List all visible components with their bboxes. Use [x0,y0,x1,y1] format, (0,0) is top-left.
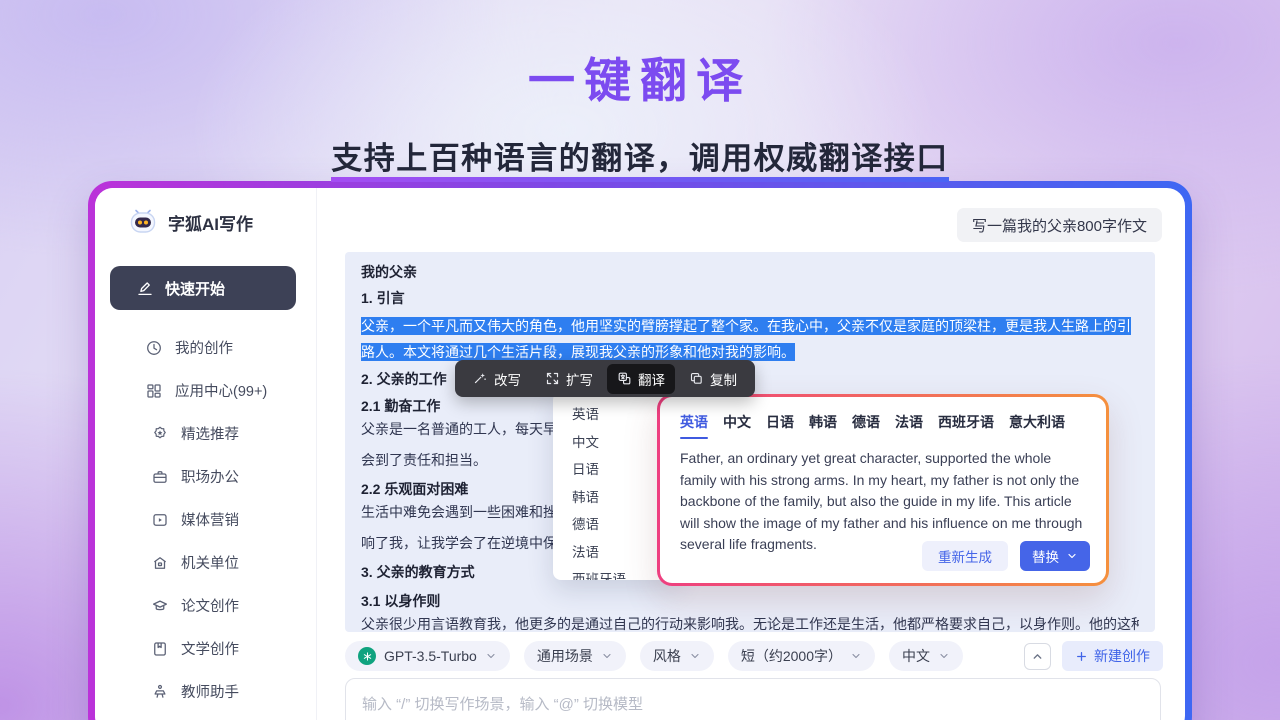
building-icon [151,554,169,572]
expand-icon [545,371,560,386]
clock-icon [145,339,163,357]
briefcase-icon [151,468,169,486]
new-creation-button[interactable]: 新建创作 [1062,641,1163,671]
teacher-icon [151,683,169,701]
toolbar-button[interactable]: 复制 [679,364,747,394]
sidebar-item[interactable]: 精选推荐 [95,412,316,455]
book-icon [151,640,169,658]
sidebar-item-label: 精选推荐 [181,423,239,444]
sidebar-item-quick-start[interactable]: 快速开始 [110,266,296,310]
sidebar-item-label: 教师助手 [181,681,239,702]
brand: 字狐AI写作 [127,208,253,236]
chevron-down-icon [601,650,613,662]
translation-result-text: Father, an ordinary yet great character,… [680,448,1088,556]
plus-icon [1075,650,1088,663]
toolbar-button-label: 扩写 [566,369,593,389]
toolbar-button[interactable]: 翻译 [607,364,675,394]
toolbar-button-label: 复制 [710,369,737,389]
translation-language-tabs: 英语 中文 日语 韩语 德语 法语 西班牙语 意大利语 [680,412,1088,439]
media-icon [151,511,169,529]
translate-icon [617,371,632,386]
sidebar-item[interactable]: 论文创作 [95,584,316,627]
copy-icon [689,371,704,386]
mascot-logo-icon [127,208,159,236]
collapse-button[interactable] [1024,643,1051,670]
essay-line: 父亲，一个平凡而又伟大的角色，他用坚实的臂膀撑起了整个家。在我心中，父亲不仅是家… [361,313,1139,365]
star-badge-icon [151,425,169,443]
pen-icon [136,279,154,297]
prompt-input[interactable] [345,678,1161,720]
toolbar-button-label: 翻译 [638,369,665,389]
sidebar-item[interactable]: 我的创作 [95,326,316,369]
sidebar-item[interactable]: 应用中心(99+) [95,369,316,412]
sidebar-item-label: 机关单位 [181,552,239,573]
chevron-up-icon [1031,650,1044,663]
language-tab[interactable]: 日语 [766,412,794,439]
language-tab[interactable]: 中文 [723,412,751,439]
sidebar-item[interactable]: 机关单位 [95,541,316,584]
sidebar-item-label: 论文创作 [181,595,239,616]
sidebar-item[interactable]: 媒体营销 [95,498,316,541]
toolbar-button[interactable]: 改写 [463,364,531,394]
sidebar-item[interactable]: 职场办公 [95,455,316,498]
scene-select[interactable]: 通用场景 [524,641,626,671]
graduation-icon [151,597,169,615]
chevron-down-icon [689,650,701,662]
sidebar-item-label: 媒体营销 [181,509,239,530]
language-tab[interactable]: 意大利语 [1009,412,1065,439]
sidebar-item-label: 应用中心(99+) [175,380,267,401]
sidebar-item[interactable]: 教师助手 [95,670,316,713]
language-tab[interactable]: 德语 [852,412,880,439]
essay-line: 1. 引言 [361,288,1139,309]
sidebar-item-label: 我的创作 [175,337,233,358]
essay-line: 父亲很少用言语教育我，他更多的是通过自己的行动来影响我。无论是工作还是生活，他都… [361,612,1139,632]
openai-icon [358,647,376,665]
main-content: 写一篇我的父亲800字作文 我的父亲 1. 引言 父亲，一个平凡而又伟大的角色，… [317,188,1185,720]
sidebar-item-label: 文学创作 [181,638,239,659]
chevron-down-icon [1066,550,1078,562]
essay-line: 3.1 以身作则 [361,591,1139,612]
chevron-down-icon [485,650,497,662]
replace-button[interactable]: 替换 [1020,541,1090,571]
app-window: 字狐AI写作 快速开始 我的创作 应用中心(99+ [88,181,1192,720]
sidebar-item-label: 快速开始 [165,278,225,299]
regenerate-button[interactable]: 重新生成 [922,541,1008,571]
hero-header: 一键翻译 支持上百种语言的翻译，调用权威翻译接口 [0,42,1280,182]
user-prompt-bubble: 写一篇我的父亲800字作文 [957,208,1162,242]
sidebar: 字狐AI写作 快速开始 我的创作 应用中心(99+ [95,188,317,720]
brand-name: 字狐AI写作 [168,210,253,235]
page-subtitle: 支持上百种语言的翻译，调用权威翻译接口 [331,133,949,182]
chevron-down-icon [938,650,950,662]
essay-line: 我的父亲 [361,262,1139,283]
page-title: 一键翻译 [0,42,1280,111]
toolbar-button-label: 改写 [494,369,521,389]
language-tab[interactable]: 英语 [680,412,708,439]
composer-controls: GPT-3.5-Turbo 通用场景 风格 短（约2000字） 中文 [345,641,1163,671]
sidebar-menu: 我的创作 应用中心(99+) 精选推荐 职场办公 [95,326,316,713]
model-select[interactable]: GPT-3.5-Turbo [345,641,510,671]
language-tab[interactable]: 西班牙语 [938,412,994,439]
rewrite-icon [473,371,488,386]
length-select[interactable]: 短（约2000字） [728,641,875,671]
apps-grid-icon [145,382,163,400]
app-window-inner: 字狐AI写作 快速开始 我的创作 应用中心(99+ [95,188,1185,720]
sidebar-item[interactable]: 文学创作 [95,627,316,670]
output-language-select[interactable]: 中文 [889,641,963,671]
chevron-down-icon [850,650,862,662]
sidebar-item-label: 职场办公 [181,466,239,487]
language-tab[interactable]: 法语 [895,412,923,439]
style-select[interactable]: 风格 [640,641,714,671]
translation-popup: 英语 中文 日语 韩语 德语 法语 西班牙语 意大利语 [657,394,1109,586]
selection-toolbar: 改写 扩写 翻译 复制 [455,360,755,397]
language-tab[interactable]: 韩语 [809,412,837,439]
toolbar-button[interactable]: 扩写 [535,364,603,394]
translation-actions: 重新生成 替换 [922,541,1090,571]
